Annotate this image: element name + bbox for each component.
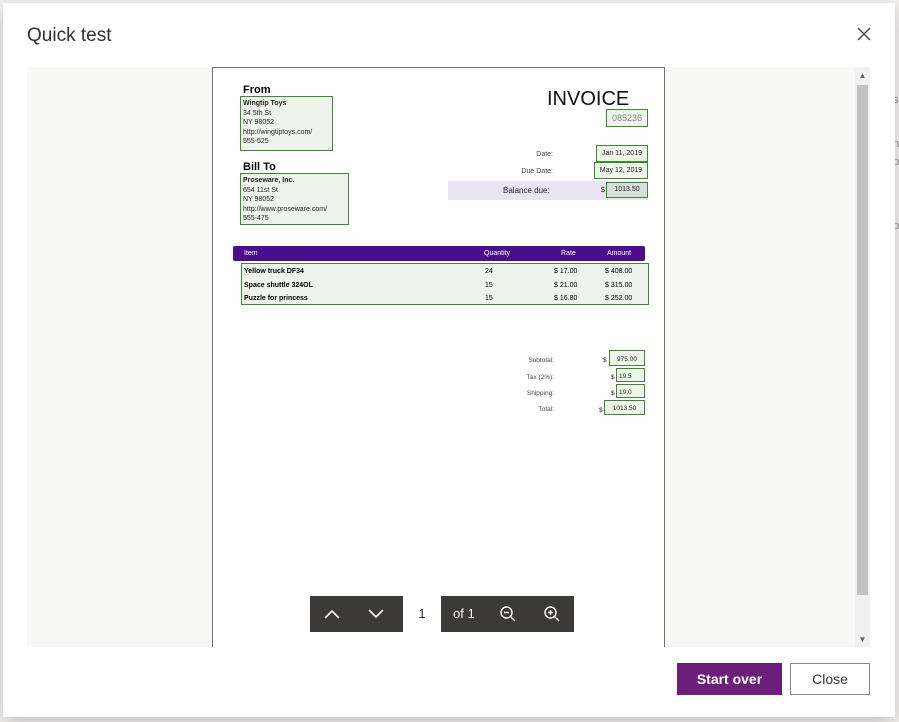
item-rate: $ 16.80 [554,295,578,302]
total-currency: $ [599,407,603,414]
item-rate: $ 21.00 [554,282,578,289]
document-viewer[interactable]: From Wingtip Toys 34 5th St NY 98052 htt… [27,67,870,647]
subtotal-label: Subtotal: [528,357,554,364]
from-address-box[interactable]: Wingtip Toys 34 5th St NY 98052 http://w… [240,96,333,151]
bill-to-line: 654 11st St [243,186,278,194]
col-item: Item [244,250,258,257]
due-date-label: Due Date: [521,168,553,175]
chevron-up-icon[interactable] [310,596,354,632]
page-count-label: of 1 [453,606,475,621]
from-line: 555-525 [243,138,269,145]
dialog-title: Quick test [27,25,112,46]
item-amount: $ 408.00 [605,268,633,275]
balance-currency: $ [601,187,605,194]
total-label: Total: [538,406,554,413]
scroll-down-arrow-icon[interactable]: ▼ [855,633,870,647]
col-rate: Rate [561,250,576,257]
invoice-number-box[interactable]: 085236 [606,109,648,127]
tax-box[interactable]: 19.5 [616,368,645,382]
balance-value: 1013.50 [614,186,640,193]
scroll-up-arrow-icon[interactable]: ▲ [855,69,870,83]
item-amount: $ 252.00 [605,295,633,302]
date-label: Date: [536,151,553,158]
from-heading: From [243,84,271,96]
invoice-number: 085236 [611,113,643,123]
items-table-header: Item Quantity Rate Amount [233,246,645,261]
quick-test-dialog: Quick test From Wingtip Toys 34 5th St N… [3,3,895,717]
page-number-input[interactable]: 1 [403,596,441,632]
bill-to-heading: Bill To [243,161,276,173]
tax-value: 19.5 [619,373,632,380]
page-navigation-bar: 1 of 1 [310,596,574,632]
tax-label: Tax (2%): [526,374,554,381]
due-date-box[interactable]: May 12, 2019 [594,162,648,179]
col-amount: Amount [607,250,632,257]
bill-to-box[interactable]: Proseware, Inc. 654 11st St NY 98052 htt… [240,173,349,225]
zoom-out-icon[interactable] [486,596,530,632]
item-amount: $ 315.00 [605,282,633,289]
close-icon[interactable] [855,25,873,43]
item-name: Puzzle for princess [244,295,308,302]
col-quantity: Quantity [484,250,511,257]
from-name: Wingtip Toys [243,100,287,107]
invoice-title: INVOICE [547,88,630,110]
date-value: Jan 11, 2019 [602,150,642,157]
total-value: 1013.50 [612,405,637,412]
balance-box[interactable]: 1013.50 [606,182,648,198]
item-qty: 15 [485,295,493,302]
chevron-down-icon[interactable] [354,596,398,632]
bill-to-line: NY 98052 [243,196,275,203]
shipping-box[interactable]: 19.0 [616,384,645,398]
scroll-thumb[interactable] [857,85,868,595]
zoom-in-icon[interactable] [530,596,574,632]
from-line: 34 5th St [243,109,272,117]
subtotal-box[interactable]: 975.00 [609,350,645,366]
item-qty: 15 [485,282,493,289]
vertical-scrollbar[interactable]: ▲ ▼ [855,67,870,647]
due-date-value: May 12, 2019 [599,167,643,174]
shipping-currency: $ [611,390,615,397]
balance-label: Balance due: [503,186,550,195]
shipping-label: Shipping: [526,390,554,397]
close-button[interactable]: Close [790,663,870,695]
from-line: http://wingtiptoys.com/ [243,128,313,136]
item-name: Yellow truck DF34 [244,268,304,275]
start-over-button[interactable]: Start over [677,663,782,695]
item-qty: 24 [485,268,493,275]
bill-to-line: 555-475 [243,215,269,222]
total-box[interactable]: 1013.50 [604,400,645,415]
item-rate: $ 17.00 [554,268,578,275]
date-box[interactable]: Jan 11, 2019 [596,145,648,162]
bill-to-line: http://www.proseware.com/ [243,205,328,213]
subtotal-currency: $ [603,357,607,364]
item-name: Space shuttle 324OL [244,282,313,289]
shipping-value: 19.0 [619,389,632,396]
from-line: NY 98052 [243,119,275,126]
bill-to-name: Proseware, Inc. [243,177,295,184]
invoice-page: From Wingtip Toys 34 5th St NY 98052 htt… [212,67,665,647]
subtotal-value: 975.00 [617,356,637,363]
tax-currency: $ [611,374,615,381]
